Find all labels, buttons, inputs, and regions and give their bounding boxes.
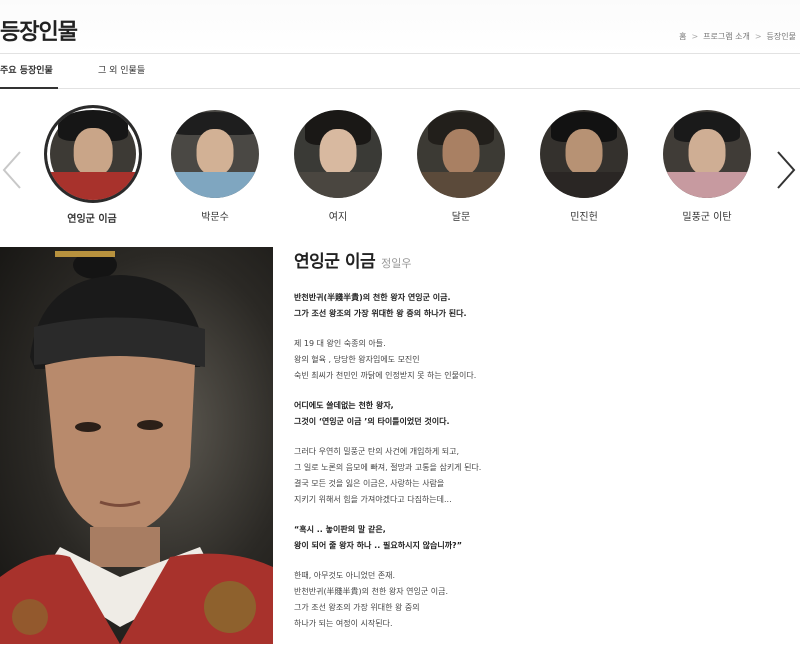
carousel-prev-button[interactable]: [0, 148, 24, 192]
description-line: 그 일로 노론의 음모에 빠져, 절망과 고통을 삼키게 된다.: [294, 463, 482, 472]
tab-other-characters[interactable]: 그 외 인물들: [98, 54, 158, 87]
carousel-next-button[interactable]: [774, 148, 798, 192]
detail-header: 연잉군 이금 정일우: [294, 247, 784, 277]
description-paragraph: 그러다 우연히 밀풍군 탄의 사건에 개입하게 되고, 그 일로 노론의 음모에…: [294, 444, 784, 508]
tab-bar: 주요 등장인물 그 외 인물들: [0, 54, 800, 89]
cast-portrait: [171, 110, 259, 198]
cast-portrait: [540, 110, 628, 198]
breadcrumb-current: 등장인물: [766, 32, 796, 41]
cast-item-min-jinheon[interactable]: 민진헌: [536, 110, 632, 223]
description-line: 지키기 위해서 힘을 가져야겠다고 다짐하는데...: [294, 495, 452, 504]
description-line: “혹시 .. 놓이판의 말 같은,: [294, 525, 386, 534]
cast-name: 민진헌: [570, 212, 598, 223]
character-photo: [0, 247, 273, 644]
tab-main-characters[interactable]: 주요 등장인물: [0, 54, 58, 89]
description-line: 그가 조선 왕조의 가장 위대한 왕 중의: [294, 603, 420, 612]
cast-name: 연잉군 이금: [67, 214, 117, 225]
description-line: 왕의 혈육 , 당당한 왕자임에도 모진인: [294, 355, 420, 364]
description-line: 제 19 대 왕인 숙종의 아들.: [294, 339, 386, 348]
chevron-left-icon: [2, 151, 21, 189]
character-name: 연잉군 이금: [294, 252, 376, 272]
cast-item-yeoji[interactable]: 여지: [290, 110, 386, 223]
character-portrait-illustration: [0, 251, 273, 644]
cast-name: 밀풍군 이탄: [682, 212, 732, 223]
description-line: 결국 모든 것을 잃은 이금은, 사랑하는 사람을: [294, 479, 445, 488]
description-line: 그가 조선 왕조의 가장 위대한 왕 중의 하나가 된다.: [294, 309, 467, 318]
description-line: 숙빈 최씨가 천민인 까닭에 인정받지 못 하는 인물이다.: [294, 371, 477, 380]
cast-name: 달문: [451, 212, 471, 223]
description-paragraph: 어디에도 쓸데없는 천한 왕자, 그것이 ‘연잉군 이금 ’의 타이틀이었던 것…: [294, 398, 784, 430]
cast-portrait: [417, 110, 505, 198]
description-paragraph: 반천반귀(半賤半貴)의 천한 왕자 연잉군 이금. 그가 조선 왕조의 가장 위…: [294, 290, 784, 322]
cast-carousel: 연잉군 이금 박문수 여지 달문 민진헌 밀풍군 이탄: [0, 105, 800, 231]
breadcrumb: 홈 > 프로그램 소개 > 등장인물: [679, 31, 796, 42]
cast-name: 여지: [328, 212, 348, 223]
breadcrumb-separator: >: [754, 32, 762, 41]
cast-portrait: [294, 110, 382, 198]
cast-name: 박문수: [201, 212, 229, 223]
description-paragraph: 한때, 아무것도 아니었던 존재. 반천반귀(半賤半貴)의 천한 왕자 연잉군 …: [294, 568, 784, 632]
description-line: 반천반귀(半賤半貴)의 천한 왕자 연잉군 이금.: [294, 587, 448, 596]
cast-item-park-munsu[interactable]: 박문수: [167, 110, 263, 223]
page-title: 등장인물: [0, 20, 78, 45]
description-line: 왕이 되어 줄 왕자 하나 .. 필요하시지 않습니까?”: [294, 541, 462, 550]
description-paragraph: “혹시 .. 놓이판의 말 같은, 왕이 되어 줄 왕자 하나 .. 필요하시지…: [294, 522, 784, 554]
chevron-right-icon: [777, 151, 796, 189]
cast-item-milpunggun[interactable]: 밀풍군 이탄: [659, 110, 755, 223]
character-detail: 연잉군 이금 정일우 반천반귀(半賤半貴)의 천한 왕자 연잉군 이금. 그가 조…: [294, 247, 784, 632]
cast-portrait: [44, 105, 142, 203]
description-line: 반천반귀(半賤半貴)의 천한 왕자 연잉군 이금.: [294, 293, 451, 302]
description-line: 어디에도 쓸데없는 천한 왕자,: [294, 401, 394, 410]
breadcrumb-program[interactable]: 프로그램 소개: [703, 31, 750, 42]
cast-item-dalmun[interactable]: 달문: [413, 110, 509, 223]
cast-portrait: [663, 110, 751, 198]
description-paragraph: 제 19 대 왕인 숙종의 아들. 왕의 혈육 , 당당한 왕자임에도 모진인 …: [294, 336, 784, 384]
description-line: 한때, 아무것도 아니었던 존재.: [294, 571, 396, 580]
cast-item-yeoninggun[interactable]: 연잉군 이금: [44, 105, 142, 225]
description-line: 하나가 되는 여정이 시작된다.: [294, 619, 393, 628]
description-line: 그러다 우연히 밀풍군 탄의 사건에 개입하게 되고,: [294, 447, 459, 456]
page-header: 등장인물 홈 > 프로그램 소개 > 등장인물: [0, 0, 800, 54]
actor-name: 정일우: [381, 257, 412, 270]
breadcrumb-separator: >: [691, 32, 699, 41]
description-line: 그것이 ‘연잉군 이금 ’의 타이틀이었던 것이다.: [294, 417, 450, 426]
breadcrumb-home[interactable]: 홈: [679, 31, 686, 42]
